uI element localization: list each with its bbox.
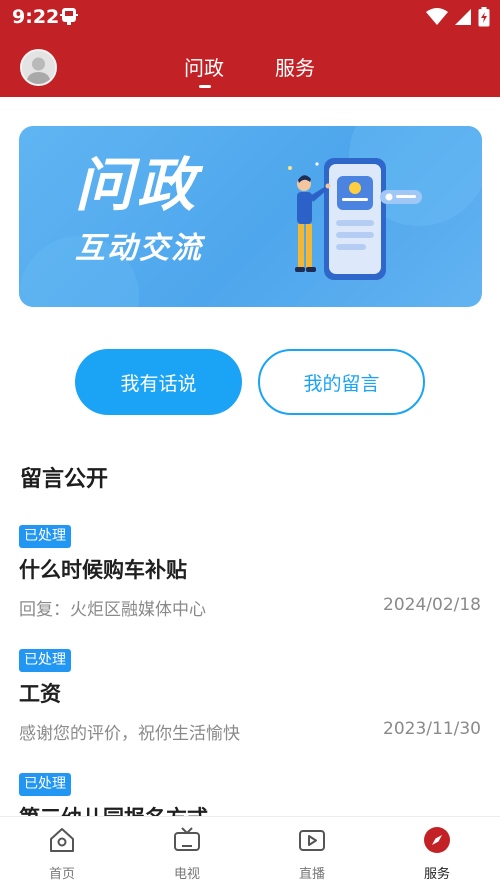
bottom-navigation: 首页 电视 直播 服务	[0, 816, 500, 888]
message-date: 2024/02/18	[383, 595, 481, 615]
message-item[interactable]: 已处理 什么时候购车补贴 回复：火炬区融媒体中心 2024/02/18	[0, 525, 500, 643]
user-avatar-icon	[22, 51, 55, 84]
banner-subtitle: 互动交流	[75, 231, 203, 266]
nav-label: 服务	[423, 867, 450, 882]
person-with-phone-illustration	[288, 158, 422, 280]
bug-icon	[60, 8, 78, 25]
tab-fuwu[interactable]: 服务	[275, 52, 315, 81]
active-tab-indicator	[199, 85, 211, 88]
wenzheng-banner[interactable]: 问政 互动交流	[19, 126, 482, 307]
message-title: 什么时候购车补贴	[19, 558, 187, 582]
compass-icon	[424, 827, 450, 853]
status-badge: 已处理	[19, 525, 71, 548]
message-date: 2023/11/30	[383, 719, 481, 739]
tab-wenzheng[interactable]: 问政	[184, 52, 224, 81]
nav-label: 电视	[173, 867, 200, 882]
nav-item-home[interactable]: 首页	[17, 817, 107, 888]
nav-item-live[interactable]: 直播	[267, 817, 357, 888]
nav-label: 首页	[48, 867, 75, 882]
message-item[interactable]: 已处理 工资 感谢您的评价，祝你生活愉快 2023/11/30	[0, 649, 500, 767]
status-bar: 9:22	[0, 0, 500, 34]
status-badge: 已处理	[19, 649, 71, 672]
message-title: 第三幼儿园报名方式	[19, 802, 208, 816]
banner-title: 问政	[75, 151, 200, 219]
message-title: 工资	[19, 682, 61, 706]
message-item[interactable]: 已处理 第三幼儿园报名方式	[0, 773, 500, 816]
wifi-icon	[426, 8, 448, 25]
nav-item-service[interactable]: 服务	[392, 817, 482, 888]
my-messages-button[interactable]: 我的留言	[258, 349, 425, 415]
section-title: 留言公开	[20, 467, 109, 492]
status-icons	[426, 6, 490, 28]
message-reply: 回复：火炬区融媒体中心	[19, 600, 206, 620]
avatar[interactable]	[20, 49, 57, 86]
live-video-icon	[299, 830, 325, 851]
signal-icon	[455, 9, 471, 25]
battery-charging-icon	[478, 7, 490, 27]
tv-icon	[174, 827, 200, 851]
status-time: 9:22	[12, 6, 60, 28]
nav-label: 直播	[298, 867, 325, 882]
nav-item-tv[interactable]: 电视	[142, 817, 232, 888]
top-header: 9:22 问政 服务	[0, 0, 500, 97]
leave-message-button[interactable]: 我有话说	[75, 349, 242, 415]
status-badge: 已处理	[19, 773, 71, 796]
home-icon	[50, 828, 74, 852]
message-reply: 感谢您的评价，祝你生活愉快	[19, 724, 240, 744]
